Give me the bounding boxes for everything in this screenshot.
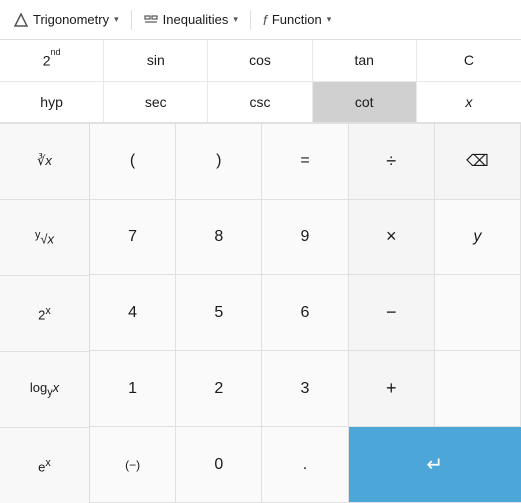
btn-6[interactable]: 6 bbox=[262, 275, 348, 351]
trigonometry-menu[interactable]: Trigonometry ▾ bbox=[4, 6, 129, 33]
btn-x-var[interactable]: x bbox=[417, 82, 521, 122]
btn-power-2[interactable]: 2x bbox=[0, 276, 89, 352]
btn-7[interactable]: 7 bbox=[90, 200, 176, 276]
btn-y-var[interactable]: y bbox=[435, 200, 521, 276]
func-chevron: ▾ bbox=[327, 14, 332, 25]
btn-empty-1 bbox=[435, 275, 521, 351]
btn-open-paren[interactable]: ( bbox=[90, 124, 176, 200]
btn-sin[interactable]: sin bbox=[104, 40, 208, 81]
btn-equals[interactable]: = bbox=[262, 124, 348, 200]
btn-backspace[interactable]: ⌫ bbox=[435, 124, 521, 200]
btn-exp-e[interactable]: ex bbox=[0, 428, 89, 503]
btn-subtract[interactable]: − bbox=[349, 275, 435, 351]
trig-panel: 2nd sin cos tan C hyp sec csc bbox=[0, 40, 521, 124]
menu-sep-2 bbox=[250, 10, 251, 30]
trig-row-1: 2nd sin cos tan C bbox=[0, 40, 521, 82]
btn-divide[interactable]: ÷ bbox=[349, 124, 435, 200]
btn-0[interactable]: 0 bbox=[176, 427, 262, 503]
nth-root-symbol: y√x bbox=[35, 229, 54, 246]
btn-hyp[interactable]: hyp bbox=[0, 82, 104, 122]
btn-nth-root[interactable]: y√x bbox=[0, 200, 89, 276]
ineq-chevron: ▾ bbox=[233, 14, 238, 25]
btn-4[interactable]: 4 bbox=[90, 275, 176, 351]
btn-9[interactable]: 9 bbox=[262, 200, 348, 276]
cube-root-symbol: ∛x bbox=[37, 153, 52, 169]
trig-chevron: ▾ bbox=[114, 14, 119, 25]
btn-3[interactable]: 3 bbox=[262, 351, 348, 427]
log-base-symbol: logyx bbox=[30, 380, 59, 399]
trigonometry-label: Trigonometry bbox=[33, 12, 109, 27]
backspace-icon: ⌫ bbox=[466, 151, 489, 171]
btn-5[interactable]: 5 bbox=[176, 275, 262, 351]
func-col: ∛x y√x 2x logyx ex bbox=[0, 124, 90, 503]
btn-log-base[interactable]: logyx bbox=[0, 352, 89, 428]
btn-tan[interactable]: tan bbox=[313, 40, 417, 81]
btn-close-paren[interactable]: ) bbox=[176, 124, 262, 200]
btn-cos[interactable]: cos bbox=[208, 40, 312, 81]
btn-csc[interactable]: csc bbox=[208, 82, 312, 122]
menu-bar: Trigonometry ▾ Inequalities ▾ f Function… bbox=[0, 0, 521, 40]
btn-negate[interactable]: (−) bbox=[90, 427, 176, 503]
function-label: Function bbox=[272, 12, 322, 27]
power-2-symbol: 2x bbox=[38, 305, 51, 322]
calc-body: ∛x y√x 2x logyx ex ( ) bbox=[0, 124, 521, 503]
btn-2nd[interactable]: 2nd bbox=[0, 40, 104, 81]
btn-C[interactable]: C bbox=[417, 40, 521, 81]
func-icon: f bbox=[263, 12, 267, 28]
btn-cot[interactable]: cot bbox=[313, 82, 417, 122]
btn-sec[interactable]: sec bbox=[104, 82, 208, 122]
main-grid: ( ) = ÷ ⌫ 7 8 9 bbox=[90, 124, 521, 503]
inequalities-menu[interactable]: Inequalities ▾ bbox=[134, 6, 248, 33]
btn-enter[interactable]: ↵ bbox=[349, 427, 521, 503]
inequalities-label: Inequalities bbox=[163, 12, 229, 27]
btn-8[interactable]: 8 bbox=[176, 200, 262, 276]
btn-empty-2 bbox=[435, 351, 521, 427]
btn-cube-root[interactable]: ∛x bbox=[0, 124, 89, 200]
exp-e-symbol: ex bbox=[38, 457, 51, 474]
ineq-icon bbox=[144, 15, 158, 25]
function-menu[interactable]: f Function ▾ bbox=[253, 6, 341, 34]
trig-row-2: hyp sec csc cot x bbox=[0, 82, 521, 122]
trig-icon bbox=[14, 13, 28, 27]
btn-decimal[interactable]: . bbox=[262, 427, 348, 503]
enter-icon: ↵ bbox=[426, 452, 443, 477]
menu-sep-1 bbox=[131, 10, 132, 30]
btn-add[interactable]: + bbox=[349, 351, 435, 427]
btn-multiply[interactable]: × bbox=[349, 200, 435, 276]
calculator: Trigonometry ▾ Inequalities ▾ f Function… bbox=[0, 0, 521, 503]
btn-2[interactable]: 2 bbox=[176, 351, 262, 427]
btn-1[interactable]: 1 bbox=[90, 351, 176, 427]
